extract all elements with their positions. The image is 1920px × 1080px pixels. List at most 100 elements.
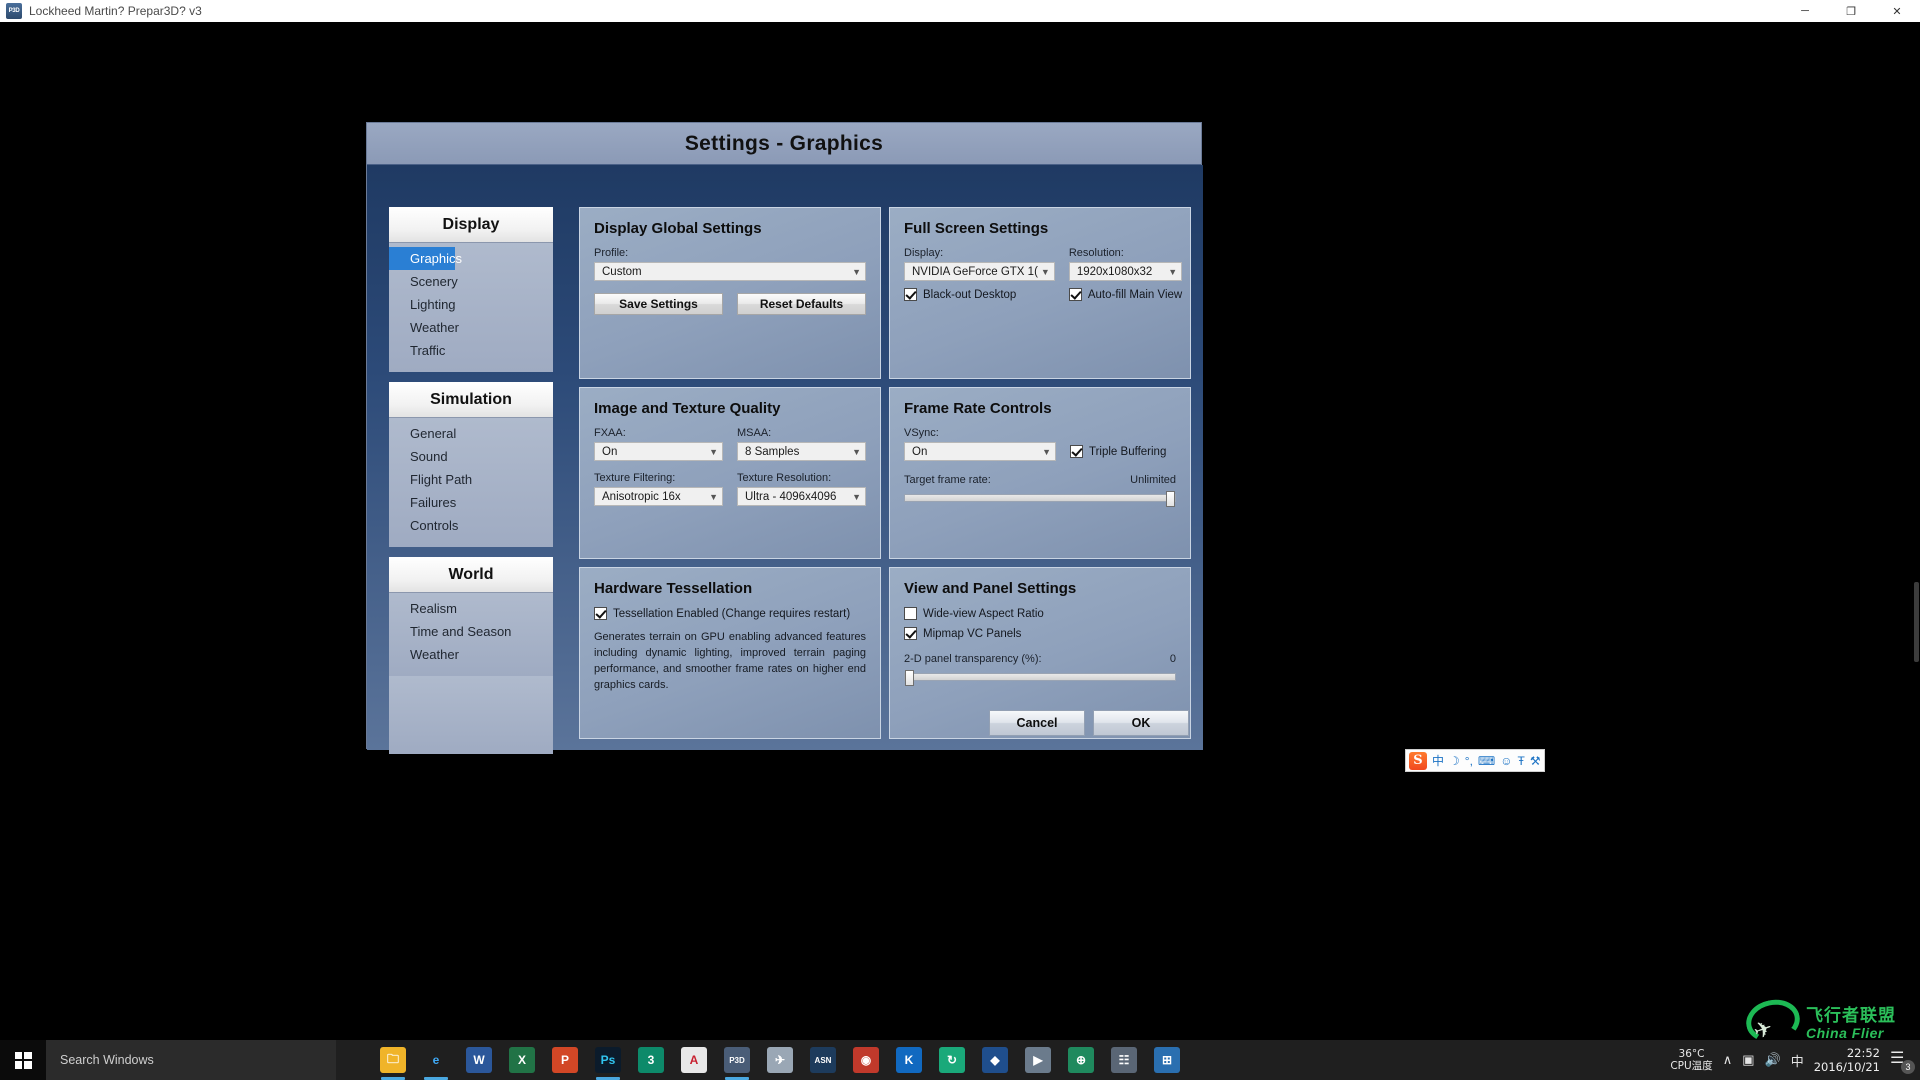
search-input[interactable]: Search Windows (46, 1040, 336, 1080)
sogou-logo-icon[interactable]: S (1409, 751, 1427, 770)
taskbar-icon-monitor-app[interactable]: ☷ (1111, 1047, 1137, 1073)
wide-view-aspect-ratio-label: Wide-view Aspect Ratio (923, 607, 1044, 620)
target-frame-rate-slider[interactable] (904, 491, 1176, 507)
panel-row-1: Display Global Settings Profile: Custom … (579, 207, 1191, 379)
minimize-button[interactable]: ─ (1782, 0, 1828, 22)
panel-row-2: Image and Texture Quality FXAA: On ▼ MSA (579, 387, 1191, 559)
tessellation-enabled-row[interactable]: Tessellation Enabled (Change requires re… (594, 607, 866, 620)
vsync-select[interactable]: On ▼ (904, 442, 1056, 461)
taskbar-icon-navigraph[interactable]: ◆ (982, 1047, 1008, 1073)
taskbar-icon-globe-app[interactable]: ⊕ (1068, 1047, 1094, 1073)
autofill-main-view-label: Auto-fill Main View (1087, 288, 1183, 301)
wide-view-aspect-ratio-row[interactable]: Wide-view Aspect Ratio (904, 607, 1176, 620)
reset-defaults-button[interactable]: Reset Defaults (737, 293, 866, 315)
close-button[interactable]: ✕ (1874, 0, 1920, 22)
profile-select[interactable]: Custom ▼ (594, 262, 866, 281)
blackout-desktop-label: Black-out Desktop (923, 288, 1017, 301)
sidebar-item-flight-path[interactable]: Flight Path (389, 468, 553, 491)
sidebar-item-failures[interactable]: Failures (389, 491, 553, 514)
target-frame-rate-slider-thumb[interactable] (1166, 491, 1175, 507)
autofill-main-view-row[interactable]: Auto-fill Main View (1068, 288, 1183, 301)
taskbar-icon-word[interactable]: W (466, 1047, 492, 1073)
ime-user-icon[interactable]: ☺ (1500, 752, 1512, 770)
scrollbar-thumb[interactable] (1914, 582, 1919, 662)
sidebar-item-scenery[interactable]: Scenery (389, 270, 553, 293)
blackout-desktop-row[interactable]: Black-out Desktop (904, 288, 1055, 301)
sidebar-item-controls[interactable]: Controls (389, 514, 553, 537)
p3d-app-icon: P3D (6, 3, 22, 19)
texture-resolution-label: Texture Resolution: (737, 472, 832, 484)
sidebar-item-realism[interactable]: Realism (389, 597, 553, 620)
desktop-root: P3D Lockheed Martin? Prepar3D? v3 ─ ❐ ✕ … (0, 0, 1920, 1080)
tessellation-description: Generates terrain on GPU enabling advanc… (594, 631, 866, 691)
taskbar-icon-powerpoint[interactable]: P (552, 1047, 578, 1073)
action-center-button[interactable]: ☰ 3 (1890, 1048, 1915, 1074)
sidebar-header-simulation: Simulation (389, 382, 553, 418)
taskbar-icon-kingsoft[interactable]: K (896, 1047, 922, 1073)
taskbar-icon-asn-weather[interactable]: ✈ (767, 1047, 793, 1073)
fxaa-select[interactable]: On ▼ (594, 442, 723, 461)
msaa-select[interactable]: 8 Samples ▼ (737, 442, 866, 461)
panel-transparency-slider-thumb[interactable] (905, 670, 914, 686)
ime-moon-icon[interactable]: ☽ (1449, 752, 1460, 770)
cancel-button[interactable]: Cancel (989, 710, 1085, 736)
sidebar-item-lighting[interactable]: Lighting (389, 293, 553, 316)
blackout-desktop-checkbox[interactable] (904, 288, 917, 301)
ime-floating-bar[interactable]: S 中 ☽ °, ⌨ ☺ Ŧ ⚒ (1405, 749, 1545, 772)
taskbar-icon-active-sky[interactable]: ASN (810, 1047, 836, 1073)
notification-badge: 3 (1901, 1060, 1915, 1074)
volume-icon[interactable]: 🔊 (1765, 1052, 1781, 1068)
resolution-select[interactable]: 1920x1080x32 ▼ (1068, 262, 1183, 281)
ime-mode-icon[interactable]: 中 (1791, 1051, 1804, 1070)
show-hidden-icons-chevron-icon[interactable]: ∧ (1723, 1052, 1733, 1068)
sidebar-header-display: Display (389, 207, 553, 243)
sidebar-item-traffic[interactable]: Traffic (389, 339, 553, 362)
texture-filtering-select[interactable]: Anisotropic 16x ▼ (594, 487, 723, 506)
mipmap-vc-panels-checkbox[interactable] (904, 627, 917, 640)
save-settings-button[interactable]: Save Settings (594, 293, 723, 315)
taskbar-icon-3ds-max[interactable]: 3 (638, 1047, 664, 1073)
taskbar-icon-file-explorer[interactable]: 🗀 (380, 1047, 406, 1080)
sidebar-item-time-and-season[interactable]: Time and Season (389, 620, 553, 643)
taskbar-icon-edge-browser[interactable]: e (423, 1047, 449, 1080)
ime-language-icon[interactable]: 中 (1432, 752, 1444, 770)
window-titlebar: P3D Lockheed Martin? Prepar3D? v3 ─ ❐ ✕ (0, 0, 1920, 22)
autofill-main-view-checkbox[interactable] (1068, 288, 1082, 301)
texture-filtering-value: Anisotropic 16x (602, 490, 681, 503)
chevron-down-icon: ▼ (1168, 266, 1178, 277)
taskbar-icon-excel[interactable]: X (509, 1047, 535, 1073)
maximize-button[interactable]: ❐ (1828, 0, 1874, 22)
taskbar-icon-prepar3d[interactable]: P3D (724, 1047, 750, 1080)
panel-frame-rate-controls: Frame Rate Controls VSync: On ▼ Triple B… (889, 387, 1191, 559)
start-button[interactable] (0, 1040, 46, 1080)
wide-view-aspect-ratio-checkbox[interactable] (904, 607, 917, 620)
triple-buffering-checkbox[interactable] (1070, 445, 1083, 458)
watermark-chinese-text: 飞行者联盟 (1806, 1006, 1896, 1026)
ime-punctuation-icon[interactable]: °, (1465, 752, 1473, 770)
ok-button[interactable]: OK (1093, 710, 1189, 736)
sidebar-group-display: Display Graphics Scenery Lighting Weathe… (389, 207, 553, 372)
sidebar-item-sound[interactable]: Sound (389, 445, 553, 468)
network-icon[interactable]: ▣ (1742, 1052, 1754, 1068)
sidebar-item-general[interactable]: General (389, 422, 553, 445)
panel-transparency-slider[interactable] (904, 670, 1176, 686)
clock[interactable]: 22:52 2016/10/21 (1814, 1046, 1880, 1075)
taskbar-icon-media-player[interactable]: ▶ (1025, 1047, 1051, 1073)
taskbar-icon-calculator-app[interactable]: ⊞ (1154, 1047, 1180, 1073)
sidebar-item-world-weather[interactable]: Weather (389, 643, 553, 666)
ime-keyboard-icon[interactable]: ⌨ (1478, 752, 1495, 770)
ime-toolbox-icon[interactable]: ⚒ (1530, 752, 1541, 770)
taskbar-icon-photoshop[interactable]: Ps (595, 1047, 621, 1080)
page-scrollbar[interactable] (1913, 22, 1920, 1042)
mipmap-vc-panels-row[interactable]: Mipmap VC Panels (904, 627, 1176, 640)
tessellation-enabled-checkbox[interactable] (594, 607, 607, 620)
sidebar-item-graphics[interactable]: Graphics (389, 247, 462, 270)
texture-resolution-select[interactable]: Ultra - 4096x4096 ▼ (737, 487, 866, 506)
display-label: Display: (904, 247, 944, 259)
ime-skin-icon[interactable]: Ŧ (1518, 752, 1525, 770)
taskbar-icon-sync-app[interactable]: ↻ (939, 1047, 965, 1073)
taskbar-icon-autocad[interactable]: A (681, 1047, 707, 1073)
display-select[interactable]: NVIDIA GeForce GTX 1( ▼ (904, 262, 1055, 281)
sidebar-item-weather[interactable]: Weather (389, 316, 553, 339)
taskbar-icon-ezdok[interactable]: ◉ (853, 1047, 879, 1073)
